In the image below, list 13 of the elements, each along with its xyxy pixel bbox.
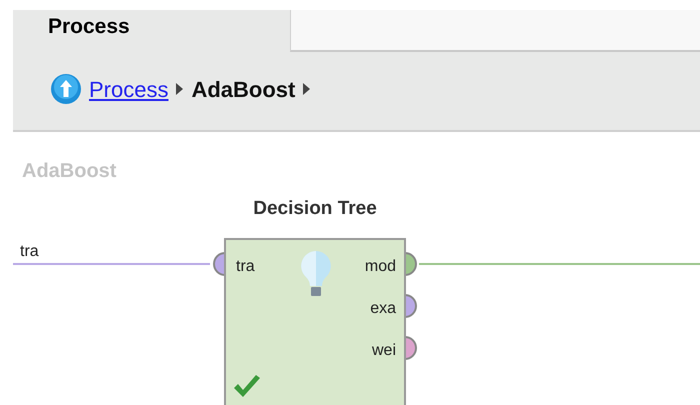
tab[interactable]: Process (13, 10, 290, 52)
breadcrumb-link[interactable]: Process (89, 72, 168, 106)
port-label: tra (20, 242, 39, 262)
operator-box[interactable]: tra mod exa wei (224, 238, 406, 405)
breadcrumb-current: AdaBoost (191, 76, 296, 104)
operator-title: Decision Tree (252, 197, 378, 221)
port-label: wei (372, 341, 396, 361)
port-label: mod (364, 257, 396, 277)
port-label: tra (236, 257, 255, 277)
port-label: exa (370, 299, 396, 319)
caret-icon[interactable] (302, 83, 312, 95)
canvas-title: AdaBoost (22, 159, 116, 184)
caret-icon (175, 83, 184, 95)
